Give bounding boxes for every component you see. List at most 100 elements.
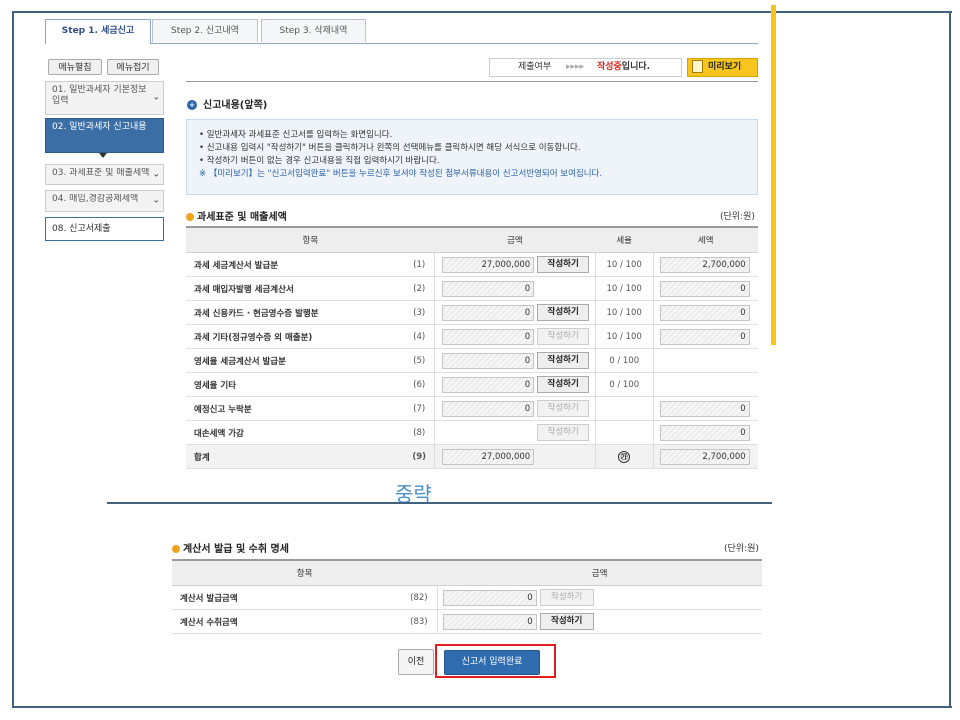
status-suffix: 입니다.: [621, 62, 651, 72]
chevron-down-icon[interactable]: ⌄: [152, 169, 160, 180]
amount-cell: 0 작성하기: [434, 348, 596, 373]
sidebar-item-report[interactable]: 02. 일반과세자 신고내용: [45, 118, 164, 153]
rate-cell: 10 / 100: [594, 324, 654, 349]
row-number: (2): [404, 276, 436, 301]
write-button[interactable]: 작성하기: [537, 304, 590, 321]
preview-button[interactable]: 미리보기: [687, 58, 758, 77]
plus-circle-icon: +: [187, 100, 197, 110]
amount-input[interactable]: 0: [442, 328, 535, 345]
bullet-icon: [172, 545, 180, 553]
document-icon: [692, 60, 703, 73]
row-number: (7): [404, 396, 436, 421]
sidebar-item-label: 04. 매입,경감공제세액: [52, 194, 139, 204]
tab-step1[interactable]: Step 1. 세금신고: [45, 19, 151, 44]
sidebar-item-label: 01. 일반과세자 기본정보 입력: [52, 85, 147, 106]
rate-cell: [594, 396, 654, 421]
total-amount-cell: 27,000,000: [434, 444, 596, 469]
tax-input[interactable]: 0: [659, 328, 750, 345]
row-label: 계산서 발급금액: [172, 585, 402, 610]
tax-cell: [652, 348, 758, 373]
row-label: 영세율 기타: [186, 372, 405, 397]
sidebar-item-basic-info[interactable]: 01. 일반과세자 기본정보 입력 ⌄: [45, 81, 164, 115]
rate-cell: [594, 420, 654, 445]
frame-border-right: [949, 11, 951, 708]
write-button[interactable]: 작성하기: [539, 613, 594, 630]
table2-title-text: 계산서 발급 및 수취 명세: [183, 544, 289, 555]
total-number: (9): [404, 444, 436, 469]
tax-input[interactable]: 0: [659, 400, 750, 417]
amount-input[interactable]: 27,000,000: [442, 256, 535, 273]
col-header-amount: 금액: [437, 559, 762, 586]
total-rate-cell: ㉮: [594, 444, 654, 469]
info-box: • 일반과세자 과세표준 신고서를 입력하는 화면입니다. • 신고내용 입력시…: [186, 119, 758, 195]
write-button[interactable]: 작성하기: [537, 400, 590, 417]
tax-input[interactable]: 0: [659, 280, 750, 297]
write-button[interactable]: 작성하기: [539, 589, 594, 606]
section-divider: [107, 502, 772, 504]
table2-unit: (단위:원): [724, 544, 759, 554]
amount-input[interactable]: 0: [442, 352, 535, 369]
tax-input[interactable]: 0: [659, 304, 750, 321]
tab-step3[interactable]: Step 3. 삭제내역: [261, 19, 366, 42]
tax-cell: 0: [652, 324, 758, 349]
row-label: 과세 세금계산서 발급분: [186, 252, 405, 277]
info-note: ※ 【미리보기】는 "신고서입력완료" 버튼을 누르신후 보셔야 작성된 첨부서…: [199, 169, 603, 179]
chevron-down-icon[interactable]: ⌄: [152, 93, 160, 104]
col-header-item: 항목: [172, 559, 438, 586]
sidebar-item-label: 02. 일반과세자 신고내용: [52, 122, 147, 132]
col-header-tax: 세액: [653, 226, 758, 253]
amount-input[interactable]: 0: [442, 304, 535, 321]
table-row: 영세율 세금계산서 발급분 (5) 0 작성하기 0 / 100: [186, 348, 758, 373]
table-row: 계산서 수취금액 (83) 0 작성하기: [172, 609, 762, 634]
prev-button[interactable]: 이전: [398, 649, 434, 675]
bullet-icon: [186, 213, 194, 221]
write-button[interactable]: 작성하기: [537, 376, 590, 393]
highlight-bar: [771, 5, 776, 345]
table2-title: 계산서 발급 및 수취 명세: [172, 540, 289, 555]
amount-input[interactable]: 0: [442, 400, 535, 417]
tax-base-table: 항목 금액 세율 세액 과세 세금계산서 발급분 (1) 27,000,000 작성하…: [186, 226, 758, 469]
menu-expand-button[interactable]: 메뉴펼침: [48, 59, 102, 75]
rate-cell: 10 / 100: [594, 252, 654, 277]
invoice-table: 항목 금액 계산서 발급금액 (82) 0 작성하기 계산서 수취금액 (83) 0 작성하기: [172, 559, 762, 634]
write-button[interactable]: 작성하기: [537, 256, 590, 273]
col-header-item: 항목: [186, 226, 435, 253]
amount-cell: 0 작성하기: [436, 609, 762, 634]
row-label: 계산서 수취금액: [172, 609, 402, 634]
row-number: (3): [404, 300, 436, 325]
circle-mark-icon: ㉮: [618, 450, 631, 463]
tax-input[interactable]: 2,700,000: [659, 256, 750, 273]
total-amount-input: 27,000,000: [442, 448, 535, 465]
frame-border-top: [12, 11, 952, 13]
write-button[interactable]: 작성하기: [537, 424, 590, 441]
total-row: 합계 (9) 27,000,000 ㉮ 2,700,000: [186, 444, 758, 469]
row-number: (6): [404, 372, 436, 397]
table1-title: 과세표준 및 매출세액: [186, 208, 287, 223]
preview-label: 미리보기: [708, 62, 742, 72]
tax-input[interactable]: 0: [659, 424, 750, 441]
amount-cell: 0 작성하기: [434, 324, 596, 349]
chevron-down-icon[interactable]: ⌄: [152, 196, 160, 207]
highlight-box: [435, 644, 556, 678]
amount-input[interactable]: 0: [442, 280, 535, 297]
sidebar-item-deduction[interactable]: 04. 매입,경감공제세액 ⌄: [45, 190, 164, 212]
sidebar-item-label: 03. 과세표준 및 매출세액: [52, 168, 150, 178]
amount-input[interactable]: 0: [442, 613, 537, 630]
header-divider: [186, 81, 758, 82]
amount-input[interactable]: 0: [442, 376, 535, 393]
write-button[interactable]: 작성하기: [537, 328, 590, 345]
sidebar-item-tax-base[interactable]: 03. 과세표준 및 매출세액 ⌄: [45, 164, 164, 185]
row-number: (1): [404, 252, 436, 277]
amount-input[interactable]: 0: [442, 589, 537, 606]
tax-cell: 0: [652, 276, 758, 301]
amount-cell: 작성하기: [434, 420, 596, 445]
rate-cell: 10 / 100: [594, 276, 654, 301]
table-row: 예정신고 누락분 (7) 0 작성하기 0: [186, 396, 758, 421]
write-button[interactable]: 작성하기: [537, 352, 590, 369]
rate-cell: 0 / 100: [594, 348, 654, 373]
menu-collapse-button[interactable]: 메뉴접기: [107, 59, 159, 75]
sidebar-item-submit[interactable]: 08. 신고서제출: [45, 217, 164, 241]
frame-border-left: [12, 11, 14, 708]
row-label: 예정신고 누락분: [186, 396, 405, 421]
tab-step2[interactable]: Step 2. 신고내역: [152, 19, 258, 42]
